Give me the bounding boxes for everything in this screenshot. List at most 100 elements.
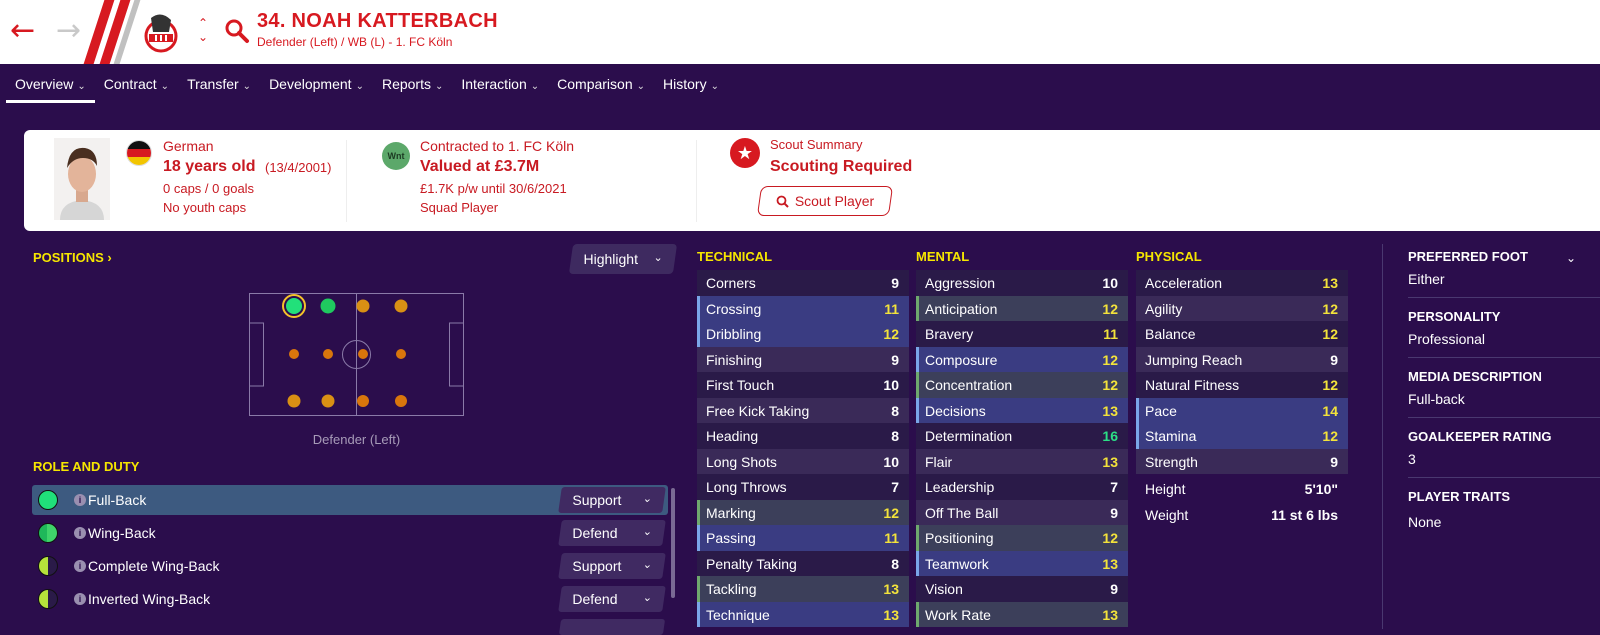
duty-dropdown[interactable]: Defend ⌄	[558, 586, 666, 612]
tab-history[interactable]: History ⌄	[654, 64, 728, 104]
position-dot	[358, 349, 368, 359]
position-dot	[287, 394, 301, 408]
attribute-row[interactable]: Vision 9	[916, 576, 1128, 602]
attribute-row[interactable]: First Touch 10	[697, 372, 909, 398]
info-icon[interactable]: i	[74, 494, 86, 506]
attribute-name: Flair	[925, 453, 953, 470]
attribute-row[interactable]: Long Shots 10	[697, 448, 909, 474]
tab-comparison[interactable]: Comparison ⌄	[548, 64, 654, 104]
tab-transfer[interactable]: Transfer ⌄	[178, 64, 260, 104]
role-list-scrollbar[interactable]	[671, 488, 675, 598]
role-row-complete-wing-back[interactable]: i Complete Wing-Back Support ⌄	[32, 551, 668, 581]
attribute-row[interactable]: Flair 13	[916, 448, 1128, 474]
attribute-row[interactable]: Technique 13	[697, 601, 909, 627]
attribute-value: 13	[1322, 275, 1338, 291]
search-icon[interactable]	[224, 18, 250, 44]
attribute-row[interactable]: Decisions 13	[916, 397, 1128, 423]
attribute-value: 16	[1102, 428, 1118, 444]
attribute-value: 13	[883, 606, 899, 623]
attribute-row[interactable]: Concentration 12	[916, 372, 1128, 398]
attribute-row[interactable]: Marking 12	[697, 499, 909, 525]
tab-reports[interactable]: Reports ⌄	[373, 64, 452, 104]
attribute-row[interactable]: Jumping Reach 9	[1136, 346, 1348, 372]
attribute-row[interactable]: Leadership 7	[916, 474, 1128, 500]
back-arrow-icon[interactable]: ←	[10, 14, 35, 48]
role-row-wing-back[interactable]: i Wing-Back Defend ⌄	[32, 518, 668, 548]
attribute-row[interactable]: Crossing 11	[697, 295, 909, 321]
attribute-row[interactable]: Work Rate 13	[916, 601, 1128, 627]
attribute-row[interactable]: Determination 16	[916, 423, 1128, 449]
attribute-value: 7	[1110, 479, 1118, 495]
attribute-row[interactable]: Composure 12	[916, 346, 1128, 372]
duty-dropdown[interactable]	[558, 619, 666, 635]
attribute-row[interactable]: Long Throws 7	[697, 474, 909, 500]
attribute-value: 12	[883, 326, 899, 342]
attribute-row[interactable]: Stamina 12	[1136, 423, 1348, 449]
duty-dropdown[interactable]: Defend ⌄	[558, 520, 666, 546]
highlight-dropdown[interactable]: Highlight ⌄	[568, 244, 678, 274]
attribute-row[interactable]: Penalty Taking 8	[697, 550, 909, 576]
squad-status-badge: Wnt	[382, 142, 410, 170]
attribute-row[interactable]: Dribbling 12	[697, 321, 909, 347]
info-icon[interactable]: i	[74, 593, 86, 605]
chevron-down-icon: ⌄	[653, 252, 663, 264]
club-crest-icon[interactable]	[137, 8, 185, 56]
attribute-name: Technique	[706, 606, 770, 623]
attribute-name: Determination	[925, 428, 1013, 444]
role-name: Inverted Wing-Back	[88, 591, 211, 607]
chevron-down-icon: ⌄	[242, 81, 252, 92]
attribute-name: Leadership	[925, 479, 995, 495]
height-value: 5'10"	[1304, 481, 1338, 497]
duty-dropdown[interactable]: Support ⌄	[558, 487, 666, 513]
attribute-name: Off The Ball	[925, 504, 999, 521]
divider	[1408, 357, 1600, 358]
attribute-row[interactable]: Pace 14	[1136, 397, 1348, 423]
scout-player-button[interactable]: Scout Player	[756, 186, 894, 216]
attribute-row[interactable]: Anticipation 12	[916, 295, 1128, 321]
forward-arrow-icon[interactable]: →	[56, 14, 81, 48]
attribute-row[interactable]: Free Kick Taking 8	[697, 397, 909, 423]
chevron-right-icon: ›	[107, 250, 112, 265]
attribute-row[interactable]: Agility 12	[1136, 295, 1348, 321]
attribute-row[interactable]: Bravery 11	[916, 321, 1128, 347]
role-row-inverted-wing-back[interactable]: i Inverted Wing-Back Defend ⌄	[32, 584, 668, 614]
attribute-row[interactable]: Acceleration 13	[1136, 270, 1348, 296]
info-icon[interactable]: i	[74, 527, 86, 539]
attribute-name: Corners	[706, 275, 756, 291]
attribute-row[interactable]: Off The Ball 9	[916, 499, 1128, 525]
position-dot	[357, 395, 369, 407]
attribute-row[interactable]: Teamwork 13	[916, 550, 1128, 576]
tab-contract[interactable]: Contract ⌄	[95, 64, 178, 104]
physical-attributes: Acceleration 13 Agility 12 Balance 12 Jumpi…	[1136, 270, 1348, 527]
attribute-row[interactable]: Aggression 10	[916, 270, 1128, 296]
attribute-row[interactable]: Balance 12	[1136, 321, 1348, 347]
tab-interaction[interactable]: Interaction ⌄	[452, 64, 548, 104]
player-switch-updown-icon[interactable]: ⌃ ⌄	[196, 16, 210, 44]
attribute-row[interactable]: Positioning 12	[916, 525, 1128, 551]
role-name: Complete Wing-Back	[88, 558, 220, 574]
attribute-row[interactable]: Tackling 13	[697, 576, 909, 602]
goalkeeper-rating-section: GOALKEEPER RATING 3	[1408, 429, 1600, 467]
attribute-row[interactable]: Passing 11	[697, 525, 909, 551]
position-dot	[320, 298, 336, 314]
attribute-name: Anticipation	[925, 300, 998, 317]
scout-summary-label: Scout Summary	[770, 137, 863, 152]
tab-label: Interaction	[461, 76, 527, 92]
attribute-value: 11	[884, 300, 899, 317]
chevron-down-icon[interactable]: ⌄	[1566, 251, 1576, 265]
attribute-row[interactable]: Corners 9	[697, 270, 909, 296]
divider	[1408, 477, 1600, 478]
tab-development[interactable]: Development ⌄	[260, 64, 373, 104]
attribute-row[interactable]: Heading 8	[697, 423, 909, 449]
divider	[1408, 297, 1600, 298]
position-dot	[286, 298, 302, 314]
role-row-partial[interactable]	[32, 617, 668, 635]
attribute-row[interactable]: Natural Fitness 12	[1136, 372, 1348, 398]
attribute-row[interactable]: Strength 9	[1136, 448, 1348, 474]
attribute-row[interactable]: Finishing 9	[697, 346, 909, 372]
role-row-full-back[interactable]: i Full-Back Support ⌄	[32, 485, 668, 515]
positions-link[interactable]: POSITIONS ›	[33, 250, 112, 265]
info-icon[interactable]: i	[74, 560, 86, 572]
tab-overview[interactable]: Overview ⌄	[6, 64, 95, 104]
duty-dropdown[interactable]: Support ⌄	[558, 553, 666, 579]
